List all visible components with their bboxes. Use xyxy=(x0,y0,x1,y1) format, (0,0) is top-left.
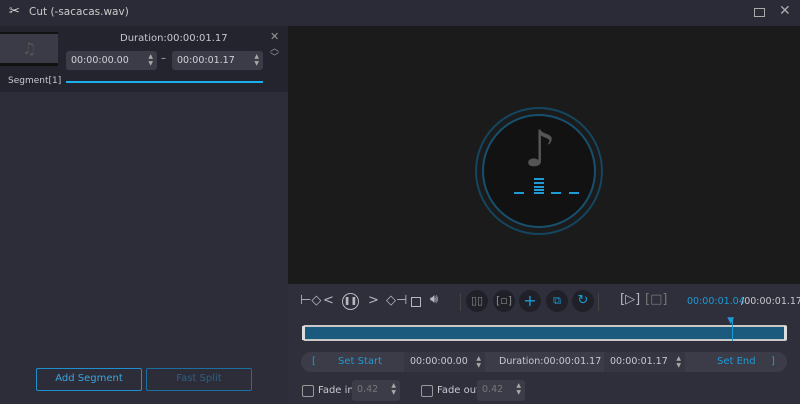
trim-duration: Duration:00:00:01.17 xyxy=(499,356,602,367)
divider xyxy=(460,293,461,311)
close-button[interactable]: ✕ xyxy=(779,3,791,19)
add-segment-button[interactable]: Add Segment xyxy=(36,368,142,391)
stop-segment-icon[interactable]: [□] xyxy=(645,292,667,307)
spinner-icon[interactable]: ▲ ▼ xyxy=(676,355,681,369)
fade-out-field[interactable]: 0.42 ▲ ▼ xyxy=(477,380,525,401)
segment-end-field[interactable]: 00:00:01.17 ▲ ▼ xyxy=(172,51,263,70)
range-dash: – xyxy=(161,53,166,64)
trim-start-field[interactable]: 00:00:00.00 ▲ ▼ xyxy=(404,352,485,372)
title-bar: ✂ Cut (-sacacas.wav) ✕ xyxy=(0,0,800,26)
scissors-icon: ✂ xyxy=(9,4,20,19)
timeline-track[interactable] xyxy=(303,325,787,341)
fade-in-value: 0.42 xyxy=(357,384,379,395)
trim-end-field[interactable]: 00:00:01.17 ▲ ▼ xyxy=(604,352,685,372)
segment-end-value: 00:00:01.17 xyxy=(177,55,235,66)
total-time: /00:00:01.17 xyxy=(741,296,800,307)
stop-icon[interactable] xyxy=(411,297,421,307)
set-end-bracket[interactable]: ] xyxy=(771,356,775,367)
play-segment-icon[interactable]: [▷] xyxy=(620,292,640,307)
fade-in-field[interactable]: 0.42 ▲ ▼ xyxy=(352,380,400,401)
audio-preview: ♪ xyxy=(288,26,800,284)
segment-progress-bar xyxy=(66,81,263,83)
volume-icon[interactable]: 🔊︎ xyxy=(430,292,438,307)
set-end-button[interactable]: Set End xyxy=(717,356,756,367)
pause-button[interactable]: ❚❚ xyxy=(342,293,359,310)
go-to-end-icon[interactable]: ◇⊣ xyxy=(386,293,407,308)
segment-duration: Duration:00:00:01.17 xyxy=(120,33,228,44)
split-icon[interactable]: ▯▯ xyxy=(466,290,488,312)
playhead-marker-icon: ▼ xyxy=(727,316,735,326)
set-start-bracket[interactable]: [ xyxy=(312,356,316,367)
reset-icon[interactable]: ↻ xyxy=(572,290,594,312)
trim-end-handle[interactable] xyxy=(784,326,787,340)
segment-label: Segment[1] xyxy=(8,76,62,86)
crop-icon[interactable]: [▫] xyxy=(493,290,515,312)
fade-in-checkbox[interactable] xyxy=(302,385,314,397)
spinner-icon[interactable]: ▲ ▼ xyxy=(148,53,153,67)
maximize-button[interactable] xyxy=(754,8,765,17)
playhead[interactable]: ▼ xyxy=(727,316,734,341)
trim-end-value: 00:00:01.17 xyxy=(610,356,668,367)
spinner-icon[interactable]: ▲ ▼ xyxy=(476,355,481,369)
audio-visual-icon: ♪ xyxy=(475,107,603,235)
previous-frame-icon[interactable]: < xyxy=(323,293,334,308)
music-note-icon: ♫ xyxy=(22,39,37,58)
add-icon[interactable]: + xyxy=(519,290,541,312)
player-controls: ⊢◇ < ❚❚ > ◇⊣ 🔊︎ ▯▯ [▫] + ⧉ ↻ [▷] [□] 00:… xyxy=(288,284,800,404)
segment-start-value: 00:00:00.00 xyxy=(71,55,129,66)
window-title: Cut (-sacacas.wav) xyxy=(29,6,129,18)
copy-icon[interactable]: ⧉ xyxy=(546,290,568,312)
fade-out-value: 0.42 xyxy=(482,384,504,395)
segment-thumbnail: ♫ xyxy=(0,32,58,66)
svg-text:♪: ♪ xyxy=(524,120,556,178)
trim-start-handle[interactable] xyxy=(302,326,305,340)
set-start-button[interactable]: Set Start xyxy=(338,356,382,367)
fade-out-checkbox[interactable] xyxy=(421,385,433,397)
divider xyxy=(598,293,599,311)
segment-start-field[interactable]: 00:00:00.00 ▲ ▼ xyxy=(66,51,157,70)
trim-start-value: 00:00:00.00 xyxy=(410,356,468,367)
fade-out-label: Fade out xyxy=(437,385,481,396)
current-time: 00:00:01.04 xyxy=(687,296,745,307)
fast-split-button[interactable]: Fast Split xyxy=(146,368,252,391)
spinner-icon[interactable]: ▲ ▼ xyxy=(254,53,259,67)
move-down-icon[interactable]: ﹀ xyxy=(270,50,279,63)
fade-in-label: Fade in xyxy=(318,385,354,396)
spinner-icon[interactable]: ▲ ▼ xyxy=(391,382,396,396)
go-to-start-icon[interactable]: ⊢◇ xyxy=(300,293,321,308)
next-frame-icon[interactable]: > xyxy=(368,293,379,308)
spinner-icon[interactable]: ▲ ▼ xyxy=(516,382,521,396)
